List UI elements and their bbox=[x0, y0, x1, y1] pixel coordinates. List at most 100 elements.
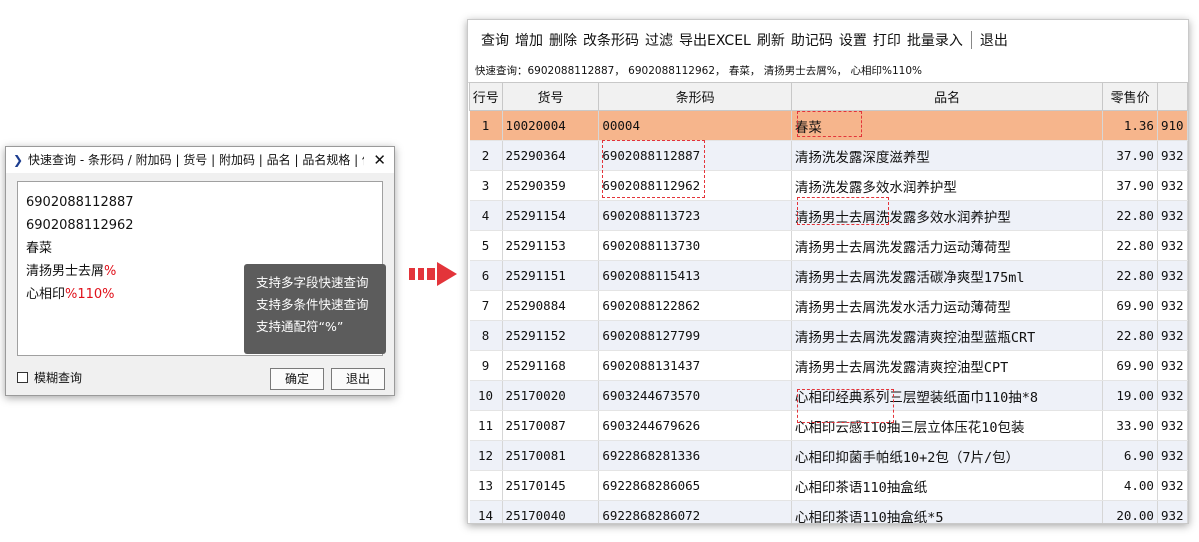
toolbar-button[interactable]: 打印 bbox=[873, 30, 901, 50]
toolbar-button[interactable]: 设置 bbox=[839, 30, 867, 50]
cancel-button[interactable]: 退出 bbox=[331, 368, 385, 390]
fuzzy-query-checkbox[interactable]: 模糊查询 bbox=[17, 369, 82, 386]
table-cell: 25291154 bbox=[502, 200, 600, 231]
table-cell: 25170020 bbox=[502, 380, 600, 411]
table-cell: 6902088112962 bbox=[598, 170, 792, 201]
table-cell: 25291151 bbox=[502, 260, 600, 291]
table-row[interactable]: 12 25170081 6922868281336 心相印抑菌手帕纸10+2包（7片/… bbox=[469, 440, 1188, 471]
toolbar: 查询 增加 删除 改条形码 过滤 导出EXCEL 刷新 助记码 设置 打印 批量录入 退出 bbox=[468, 20, 1188, 60]
ok-button[interactable]: 确定 bbox=[270, 368, 324, 390]
table-cell: 22.80 bbox=[1102, 320, 1158, 351]
feature-tooltip: 支持多字段快速查询 支持多条件快速查询 支持通配符“%” bbox=[244, 264, 386, 354]
quick-query-summary: 快速查询：6902088112887， 6902088112962， 春菜， 清… bbox=[468, 60, 1188, 83]
table-cell: 19.00 bbox=[1102, 380, 1158, 411]
table-row[interactable]: 6 25291151 6902088115413 清扬男士去屑洗发露活碳净爽型175m… bbox=[469, 260, 1188, 291]
query-input[interactable]: 6902088112887 6902088112962 春菜 清扬男士去屑% 心相印%1… bbox=[17, 181, 386, 356]
table-cell: 932 bbox=[1157, 290, 1188, 321]
table-row[interactable]: 8 25291152 6902088127799 清扬男士去屑洗发露清爽控油型蓝瓶CR… bbox=[469, 320, 1188, 351]
table-cell: 6902088115413 bbox=[598, 260, 792, 291]
table-row[interactable]: 3 25290359 6902088112962 清扬洗发露多效水润养护型 37.90 9… bbox=[469, 170, 1188, 201]
table-cell: 69.90 bbox=[1102, 290, 1158, 321]
table-row[interactable]: 7 25290884 6902088122862 清扬男士去屑洗发水活力运动薄荷型 69… bbox=[469, 290, 1188, 321]
table-cell: 5 bbox=[469, 230, 503, 261]
table-cell: 25291168 bbox=[502, 350, 600, 381]
column-header[interactable]: 条形码 bbox=[598, 82, 792, 111]
table-cell: 932 bbox=[1157, 140, 1188, 171]
table-cell: 25291153 bbox=[502, 230, 600, 261]
table-cell: 13 bbox=[469, 470, 503, 501]
toolbar-button[interactable]: 增加 bbox=[515, 30, 543, 50]
table-cell: 25291152 bbox=[502, 320, 600, 351]
table-cell: 25290884 bbox=[502, 290, 600, 321]
table-cell: 11 bbox=[469, 410, 503, 441]
toolbar-button[interactable]: 批量录入 bbox=[907, 30, 963, 50]
tooltip-line: 支持多条件快速查询 bbox=[256, 297, 369, 312]
table-cell: 20.00 bbox=[1102, 500, 1158, 523]
query-line: 春菜 bbox=[26, 237, 374, 260]
table-cell: 25170145 bbox=[502, 470, 600, 501]
table-cell: 4.00 bbox=[1102, 470, 1158, 501]
toolbar-button[interactable]: 过滤 bbox=[645, 30, 673, 50]
dialog-title: 快速查询 - 条形码 / 附加码 | 货号 | 附加码 | 品名 | 品名规格 … bbox=[28, 153, 364, 167]
table-cell: 932 bbox=[1157, 200, 1188, 231]
table-cell: 33.90 bbox=[1102, 410, 1158, 441]
fuzzy-query-label: 模糊查询 bbox=[34, 371, 83, 385]
query-term: 6902088112962 bbox=[26, 218, 134, 233]
table-row[interactable]: 10 25170020 6903244673570 心相印经典系列三层塑装纸面巾110… bbox=[469, 380, 1188, 411]
table-cell: 4 bbox=[469, 200, 503, 231]
table-cell: 心相印抑菌手帕纸10+2包（7片/包） bbox=[791, 440, 1104, 471]
tooltip-line: 支持通配符“%” bbox=[256, 319, 344, 334]
table-cell: 910 bbox=[1157, 110, 1188, 141]
column-header[interactable]: 品名 bbox=[790, 82, 1104, 111]
table-cell: 清扬男士去屑洗发露活力运动薄荷型 bbox=[791, 230, 1104, 261]
table-cell: 心相印茶语110抽盒纸*5 bbox=[791, 500, 1104, 523]
product-list-window: 查询 增加 删除 改条形码 过滤 导出EXCEL 刷新 助记码 设置 打印 批量录入 退出 快速查询：… bbox=[467, 19, 1189, 524]
table-body: 1 10020004 00004 春菜 1.36 910 2 25290364 69020881… bbox=[469, 110, 1188, 523]
toolbar-button[interactable]: 删除 bbox=[549, 30, 577, 50]
table-row[interactable]: 13 25170145 6922868286065 心相印茶语110抽盒纸 4.00 93… bbox=[469, 470, 1188, 501]
table-row[interactable]: 5 25291153 6902088113730 清扬男士去屑洗发露活力运动薄荷型 22… bbox=[469, 230, 1188, 261]
close-icon[interactable]: ✕ bbox=[373, 147, 386, 173]
column-header[interactable]: 零售价 bbox=[1102, 82, 1158, 111]
table-cell: 37.90 bbox=[1102, 170, 1158, 201]
toolbar-button[interactable]: 导出EXCEL bbox=[679, 30, 751, 50]
table-row[interactable]: 4 25291154 6902088113723 清扬男士去屑洗发露多效水润养护型 22… bbox=[469, 200, 1188, 231]
query-line: 6902088112962 bbox=[26, 214, 374, 237]
column-header[interactable]: 行号 bbox=[469, 82, 503, 111]
product-table: 行号 货号 条形码 品名 零售价 1 10020004 00004 春菜 1.36 910 2 252… bbox=[469, 82, 1188, 523]
quick-query-dialog: ❯ 快速查询 - 条形码 / 附加码 | 货号 | 附加码 | 品名 | 品名规… bbox=[5, 146, 395, 396]
table-cell: 9 bbox=[469, 350, 503, 381]
toolbar-button[interactable]: 改条形码 bbox=[583, 30, 639, 50]
wildcard-text: %110% bbox=[65, 287, 115, 302]
table-row[interactable]: 14 25170040 6922868286072 心相印茶语110抽盒纸*5 20.0… bbox=[469, 500, 1188, 523]
table-cell: 932 bbox=[1157, 500, 1188, 523]
column-header[interactable] bbox=[1156, 82, 1188, 111]
exit-button[interactable]: 退出 bbox=[980, 30, 1008, 50]
table-row[interactable]: 1 10020004 00004 春菜 1.36 910 bbox=[469, 110, 1188, 141]
table-cell: 6903244673570 bbox=[598, 380, 792, 411]
table-cell: 6902088127799 bbox=[598, 320, 792, 351]
checkbox-box[interactable] bbox=[17, 372, 28, 383]
query-term: 心相印 bbox=[26, 287, 66, 302]
table-cell: 清扬洗发露多效水润养护型 bbox=[791, 170, 1104, 201]
table-cell: 6922868286072 bbox=[598, 500, 792, 523]
table-row[interactable]: 11 25170087 6903244679626 心相印云感110抽三层立体压花10… bbox=[469, 410, 1188, 441]
wildcard-text: % bbox=[104, 264, 117, 279]
table-cell: 心相印茶语110抽盒纸 bbox=[791, 470, 1104, 501]
table-cell: 6 bbox=[469, 260, 503, 291]
table-cell: 25290364 bbox=[502, 140, 600, 171]
table-header: 行号 货号 条形码 品名 零售价 bbox=[469, 82, 1188, 111]
toolbar-button[interactable]: 查询 bbox=[481, 30, 509, 50]
dialog-title-bar: ❯ 快速查询 - 条形码 / 附加码 | 货号 | 附加码 | 品名 | 品名规… bbox=[6, 147, 394, 173]
toolbar-button[interactable]: 刷新 bbox=[757, 30, 785, 50]
table-cell: 14 bbox=[469, 500, 503, 523]
table-row[interactable]: 9 25291168 6902088131437 清扬男士去屑洗发露清爽控油型CPT 6… bbox=[469, 350, 1188, 381]
table-cell: 清扬男士去屑洗发露清爽控油型CPT bbox=[791, 350, 1104, 381]
toolbar-separator bbox=[970, 31, 972, 49]
toolbar-button[interactable]: 助记码 bbox=[791, 30, 833, 50]
column-header[interactable]: 货号 bbox=[501, 82, 600, 111]
table-cell: 932 bbox=[1157, 470, 1188, 501]
table-cell: 6902088131437 bbox=[598, 350, 792, 381]
table-cell: 10020004 bbox=[502, 110, 600, 141]
table-row[interactable]: 2 25290364 6902088112887 清扬洗发露深度滋养型 37.90 932 bbox=[469, 140, 1188, 171]
